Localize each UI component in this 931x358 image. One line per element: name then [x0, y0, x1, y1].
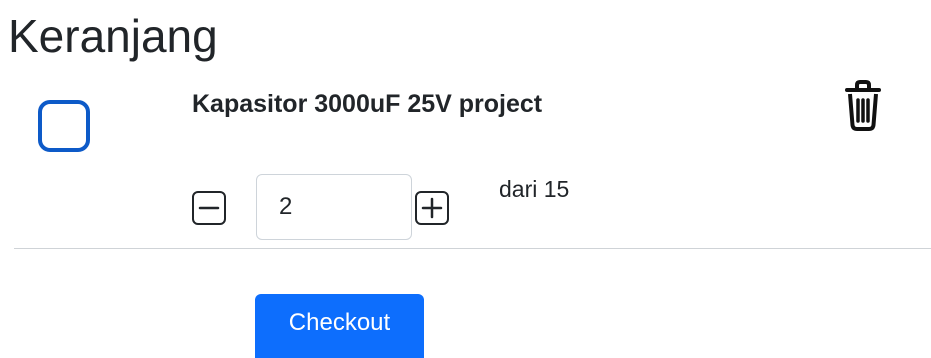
increment-button[interactable] [415, 191, 449, 225]
item-select-checkbox[interactable] [38, 100, 90, 152]
page-title: Keranjang [8, 10, 218, 62]
cart-page: Keranjang Kapasitor 3000uF 25V project d… [0, 0, 931, 358]
stock-available-text: dari 15 [499, 176, 570, 202]
plus-icon [421, 197, 443, 219]
product-name: Kapasitor 3000uF 25V project [192, 90, 543, 118]
decrement-button[interactable] [192, 191, 226, 225]
checkout-button[interactable]: Checkout [255, 294, 424, 358]
delete-item-button[interactable] [838, 74, 888, 134]
trash-icon [845, 80, 881, 131]
quantity-input[interactable] [256, 174, 412, 240]
minus-icon [198, 206, 220, 210]
divider [14, 248, 931, 249]
